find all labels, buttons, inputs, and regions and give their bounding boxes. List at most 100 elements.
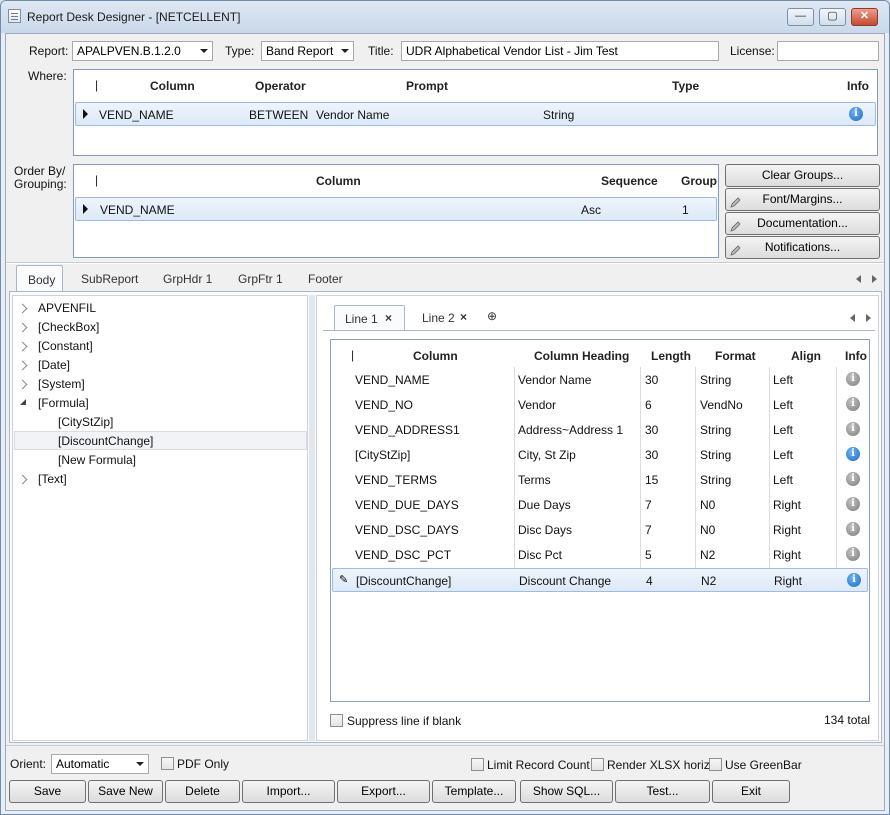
- where-col-prompt[interactable]: Prompt: [406, 79, 448, 93]
- info-icon[interactable]: i: [846, 472, 860, 486]
- pencil-icon: [730, 242, 742, 256]
- pdf-only-checkbox[interactable]: [161, 757, 174, 770]
- test-button[interactable]: Test...: [615, 780, 710, 803]
- table-row[interactable]: VEND_NO Vendor 6 VendNo Left i: [331, 392, 869, 417]
- minimize-button[interactable]: —: [787, 8, 814, 26]
- where-col-type[interactable]: Type: [672, 79, 699, 93]
- cell-format: N2: [701, 574, 717, 588]
- tree-item-text[interactable]: [Text]: [38, 472, 67, 486]
- info-icon[interactable]: i: [846, 522, 860, 536]
- info-icon[interactable]: i: [846, 422, 860, 436]
- render-xlsx-checkbox[interactable]: [591, 758, 604, 771]
- expand-icon[interactable]: [17, 360, 28, 371]
- notifications-button[interactable]: Notifications...: [725, 236, 880, 259]
- maximize-button[interactable]: ▢: [819, 8, 846, 26]
- tree-item-constant[interactable]: [Constant]: [38, 339, 93, 353]
- tree-item-date[interactable]: [Date]: [38, 358, 70, 372]
- save-button[interactable]: Save: [9, 780, 86, 803]
- tree-item-apvenfil[interactable]: APVENFIL: [38, 301, 96, 315]
- show-sql-button[interactable]: Show SQL...: [520, 780, 613, 803]
- expand-icon[interactable]: [17, 474, 28, 485]
- info-icon[interactable]: i: [846, 497, 860, 511]
- render-xlsx-label: Render XLSX horiz.: [607, 758, 714, 772]
- info-icon[interactable]: i: [846, 547, 860, 561]
- tab-scroll-left-icon[interactable]: [856, 275, 861, 283]
- info-icon[interactable]: i: [846, 372, 860, 386]
- info-icon[interactable]: i: [849, 107, 863, 121]
- tab-line-2[interactable]: Line 2: [422, 311, 455, 325]
- tab-grphdr-1[interactable]: GrpHdr 1: [163, 272, 212, 286]
- save-new-button[interactable]: Save New: [88, 780, 163, 803]
- export-button[interactable]: Export...: [337, 780, 430, 803]
- splitter[interactable]: [6, 262, 884, 264]
- add-line-icon[interactable]: ⊕: [487, 309, 497, 323]
- delete-button[interactable]: Delete: [165, 780, 240, 803]
- clear-groups-button[interactable]: Clear Groups...: [725, 164, 880, 187]
- type-select[interactable]: Band Report: [261, 41, 354, 61]
- tab-line-1[interactable]: Line 1 ×: [334, 305, 405, 330]
- collapse-icon[interactable]: [20, 399, 26, 405]
- tree-item-system[interactable]: [System]: [38, 377, 85, 391]
- tab-footer[interactable]: Footer: [308, 272, 343, 286]
- tab-body[interactable]: Body: [16, 265, 63, 292]
- expand-icon[interactable]: [17, 322, 28, 333]
- tab-scroll-right-icon[interactable]: [872, 275, 877, 283]
- orderby-row[interactable]: VEND_NAME Asc 1: [75, 197, 717, 221]
- lines-col-heading[interactable]: Column Heading: [534, 349, 629, 363]
- lines-col-info[interactable]: Info: [845, 349, 867, 363]
- cell-format: N0: [700, 523, 716, 537]
- expand-icon[interactable]: [17, 341, 28, 352]
- import-button[interactable]: Import...: [242, 780, 335, 803]
- close-icon[interactable]: ×: [385, 311, 392, 325]
- tree-item-discountchange[interactable]: [DiscountChange]: [58, 434, 153, 448]
- table-row[interactable]: VEND_TERMS Terms 15 String Left i: [331, 467, 869, 492]
- tab-subreport[interactable]: SubReport: [81, 272, 138, 286]
- orderby-col-sequence[interactable]: Sequence: [601, 174, 658, 188]
- close-button[interactable]: ✕: [851, 8, 878, 26]
- license-input[interactable]: [777, 41, 879, 61]
- vertical-splitter[interactable]: [309, 295, 315, 741]
- line-tab-scroll-right-icon[interactable]: [866, 314, 871, 322]
- lines-col-length[interactable]: Length: [651, 349, 691, 363]
- font-margins-button[interactable]: Font/Margins...: [725, 188, 880, 211]
- where-col-info[interactable]: Info: [847, 79, 869, 93]
- use-greenbar-checkbox[interactable]: [709, 758, 722, 771]
- tree-item-citystzip[interactable]: [CityStZip]: [58, 415, 113, 429]
- table-row-selected[interactable]: ✎ [DiscountChange] Discount Change 4 N2 …: [332, 568, 868, 592]
- close-icon[interactable]: ×: [460, 310, 467, 324]
- info-icon[interactable]: i: [846, 397, 860, 411]
- maximize-icon: ▢: [827, 10, 838, 22]
- orderby-col-column[interactable]: Column: [316, 174, 361, 188]
- lines-col-align[interactable]: Align: [791, 349, 821, 363]
- report-select[interactable]: APALPVEN.B.1.2.0: [72, 41, 213, 61]
- exit-button[interactable]: Exit: [712, 780, 790, 803]
- tab-grpftr-1[interactable]: GrpFtr 1: [238, 272, 283, 286]
- suppress-line-checkbox[interactable]: [330, 714, 343, 727]
- documentation-button[interactable]: Documentation...: [725, 212, 880, 235]
- tree-item-new-formula[interactable]: [New Formula]: [58, 453, 136, 467]
- table-row[interactable]: [CityStZip] City, St Zip 30 String Left …: [331, 442, 869, 467]
- where-col-column[interactable]: Column: [150, 79, 195, 93]
- table-row[interactable]: VEND_DSC_PCT Disc Pct 5 N2 Right i: [331, 542, 869, 567]
- line-tab-scroll-left-icon[interactable]: [850, 314, 855, 322]
- title-bar[interactable]: Report Desk Designer - [NETCELLENT] — ▢ …: [1, 1, 889, 33]
- tree-item-checkbox[interactable]: [CheckBox]: [38, 320, 99, 334]
- lines-col-format[interactable]: Format: [715, 349, 756, 363]
- expand-icon[interactable]: [17, 379, 28, 390]
- expand-icon[interactable]: [17, 303, 28, 314]
- table-row[interactable]: VEND_NAME Vendor Name 30 String Left i: [331, 367, 869, 392]
- title-input[interactable]: UDR Alphabetical Vendor List - Jim Test: [401, 41, 719, 61]
- orderby-col-group[interactable]: Group: [681, 174, 717, 188]
- tree-item-formula[interactable]: [Formula]: [38, 396, 89, 410]
- table-row[interactable]: VEND_DSC_DAYS Disc Days 7 N0 Right i: [331, 517, 869, 542]
- info-icon[interactable]: i: [846, 447, 860, 461]
- table-row[interactable]: VEND_DUE_DAYS Due Days 7 N0 Right i: [331, 492, 869, 517]
- where-row[interactable]: VEND_NAME BETWEEN Vendor Name String i: [75, 102, 876, 126]
- template-button[interactable]: Template...: [432, 780, 516, 803]
- table-row[interactable]: VEND_ADDRESS1 Address~Address 1 30 Strin…: [331, 417, 869, 442]
- limit-record-checkbox[interactable]: [471, 758, 484, 771]
- where-col-operator[interactable]: Operator: [255, 79, 306, 93]
- info-icon[interactable]: i: [847, 573, 861, 587]
- lines-col-column[interactable]: Column: [413, 349, 458, 363]
- orient-select[interactable]: Automatic: [51, 754, 149, 774]
